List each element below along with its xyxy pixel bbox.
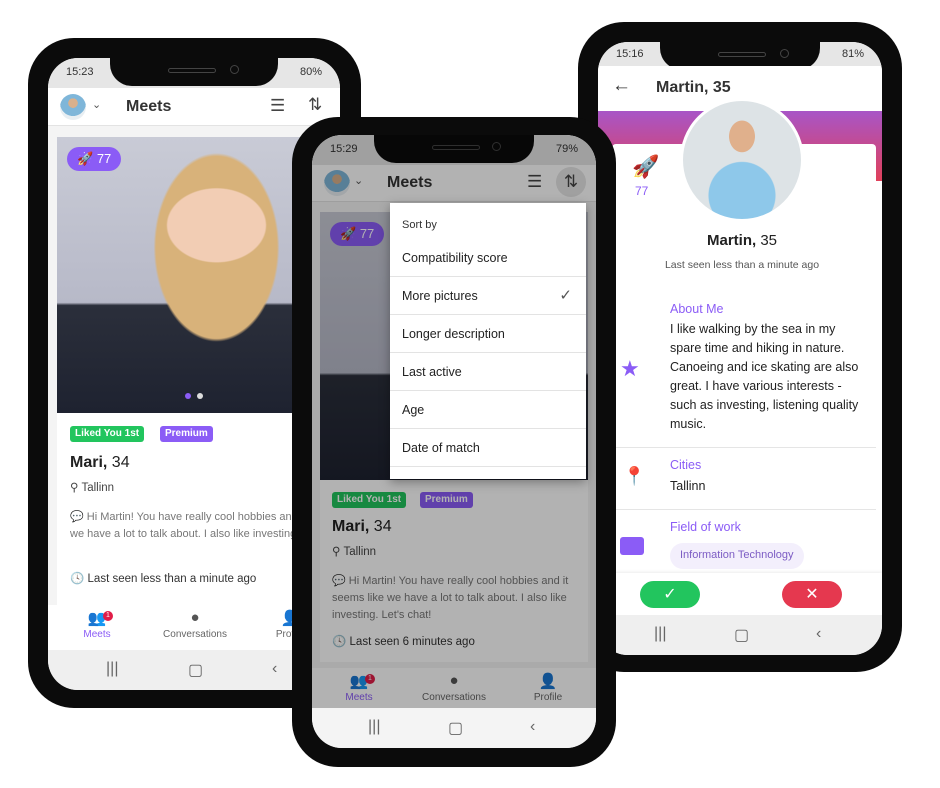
sort-option-compatibility[interactable]: Compatibility score <box>390 239 586 277</box>
status-time: 15:16 <box>616 48 644 60</box>
about-label: About Me <box>670 302 724 316</box>
profile-avatar[interactable] <box>680 98 804 222</box>
cities-label: Cities <box>670 458 702 472</box>
carousel-dot-active[interactable] <box>185 393 191 399</box>
phone-middle: 15:29 79% ⌄ Meets ☰ ⇅ 🚀 77 Liked You 1st… <box>292 117 616 767</box>
page-title: Meets <box>126 98 172 115</box>
liked-you-first-badge: Liked You 1st <box>70 426 145 442</box>
back-icon[interactable]: ‹ <box>530 718 535 736</box>
sort-menu: Sort by Compatibility score More picture… <box>390 203 586 479</box>
nav-conversations[interactable]: ● Conversations <box>145 609 245 640</box>
back-icon[interactable]: ‹ <box>272 660 277 678</box>
briefcase-icon <box>620 537 644 555</box>
phone-right: 15:16 81% ← Martin, 35 🚀 77 Martin, 35 L… <box>578 22 902 672</box>
back-arrow-icon[interactable]: ← <box>612 75 631 97</box>
screen-middle: 15:29 79% ⌄ Meets ☰ ⇅ 🚀 77 Liked You 1st… <box>312 135 596 748</box>
android-nav: ||| ▢ ‹ <box>312 708 596 748</box>
home-icon[interactable]: ▢ <box>188 660 203 680</box>
clock-icon: 🕓 <box>70 573 85 585</box>
star-icon: ★ <box>620 356 640 381</box>
chat-bubble-icon: 💬 <box>70 511 84 523</box>
chat-icon: ● <box>190 609 200 626</box>
profile-name: Mari, 34 <box>70 454 130 471</box>
check-icon: ✓ <box>559 287 572 304</box>
premium-badge: Premium <box>160 426 213 442</box>
nav-meets[interactable]: 👥 1 Meets <box>48 609 147 640</box>
work-chip: Information Technology <box>670 543 804 569</box>
work-label: Field of work <box>670 520 741 534</box>
accept-button[interactable]: ✓ <box>640 581 700 608</box>
battery-level: 81% <box>841 48 864 60</box>
page-title: Martin, 35 <box>656 79 731 96</box>
about-text: I like walking by the sea in my spare ti… <box>670 322 859 431</box>
sort-option-more-pictures[interactable]: More pictures ✓ <box>390 277 586 315</box>
divider <box>612 447 876 448</box>
sort-option-age[interactable]: Age <box>390 391 586 429</box>
rocket-icon: 🚀 <box>632 154 660 179</box>
sort-option-last-active[interactable]: Last active <box>390 353 586 391</box>
sort-option-date-of-match[interactable]: Date of match <box>390 429 586 467</box>
divider <box>612 509 876 510</box>
check-icon: ✓ <box>663 586 677 603</box>
recents-icon[interactable]: ||| <box>654 625 666 643</box>
boost-count: 77 <box>96 151 112 166</box>
sort-option-longer-description[interactable]: Longer description <box>390 315 586 353</box>
app-bar: ⌄ Meets ☰ ⇅ <box>48 88 340 126</box>
android-nav: ||| ▢ ‹ <box>598 615 882 655</box>
back-icon[interactable]: ‹ <box>816 625 821 643</box>
location-pin-icon: 📍 <box>623 466 646 486</box>
close-icon: ✕ <box>805 586 819 603</box>
screen-right: 15:16 81% ← Martin, 35 🚀 77 Martin, 35 L… <box>598 42 882 655</box>
reject-button[interactable]: ✕ <box>782 581 842 608</box>
cities-value: Tallinn <box>670 479 706 493</box>
home-icon[interactable]: ▢ <box>734 625 749 645</box>
home-icon[interactable]: ▢ <box>448 718 463 738</box>
avatar[interactable] <box>60 94 86 120</box>
filter-icon[interactable]: ☰ <box>270 96 285 116</box>
pin-icon: ⚲ <box>70 482 79 494</box>
boost-count: 77 <box>635 184 649 198</box>
battery-level: 80% <box>299 66 322 78</box>
profile-name: Martin, 35 <box>706 232 778 249</box>
people-icon: 👥 <box>87 610 107 627</box>
recents-icon[interactable]: ||| <box>106 660 118 678</box>
carousel-dot[interactable] <box>197 393 203 399</box>
rocket-icon: 🚀 <box>77 151 94 166</box>
action-bar: ✓ ✕ <box>598 573 882 615</box>
last-seen: 🕓 Last seen less than a minute ago <box>70 573 257 585</box>
recents-icon[interactable]: ||| <box>368 718 380 736</box>
sort-icon[interactable]: ⇅ <box>308 95 322 115</box>
boost-badge: 🚀 77 <box>67 147 121 171</box>
chevron-down-icon[interactable]: ⌄ <box>92 98 101 111</box>
sort-menu-header: Sort by <box>402 219 437 231</box>
last-seen: Last seen less than a minute ago <box>664 259 820 271</box>
notch <box>110 58 278 86</box>
location: ⚲ Tallinn <box>70 482 115 494</box>
notification-badge: 1 <box>103 611 113 621</box>
status-time: 15:23 <box>66 66 94 78</box>
